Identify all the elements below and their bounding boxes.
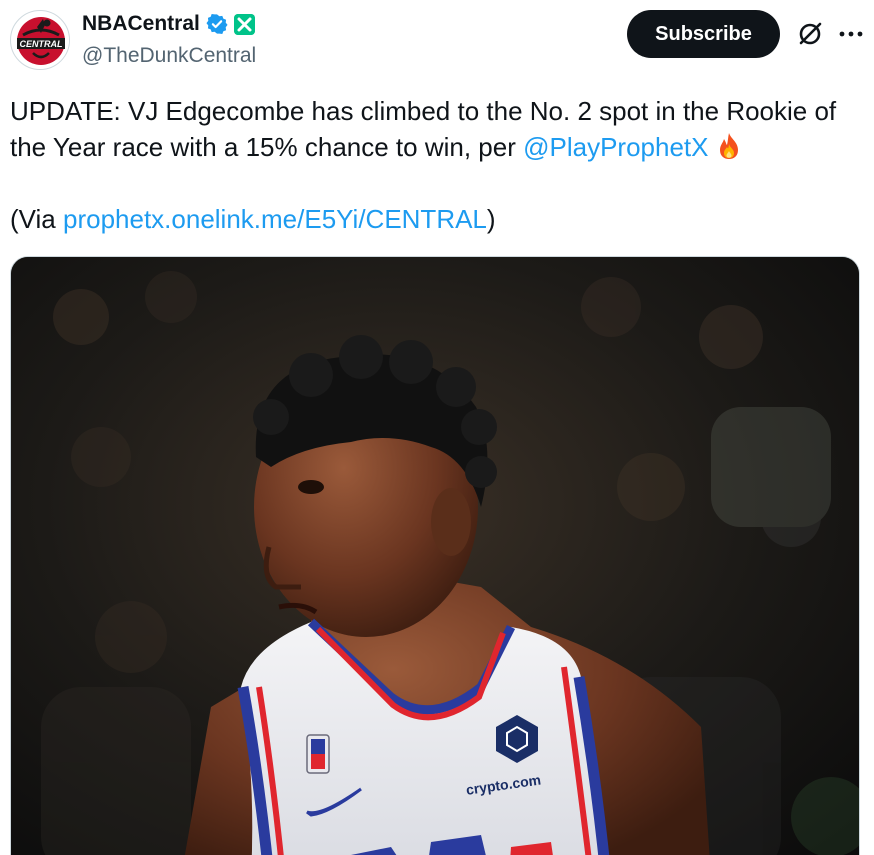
grok-icon[interactable] bbox=[796, 20, 824, 48]
affiliate-badge-icon[interactable] bbox=[233, 13, 255, 35]
tweet-line-2: the Year race with a 15% chance to win, … bbox=[10, 129, 860, 165]
verified-badge-icon[interactable] bbox=[206, 13, 228, 35]
tweet-text: UPDATE: VJ Edgecombe has climbed to the … bbox=[10, 93, 860, 237]
name-row: NBACentral bbox=[82, 12, 255, 36]
tweet-media-image[interactable]: crypto.com bbox=[10, 256, 860, 855]
avatar[interactable]: CENTRAL bbox=[10, 10, 70, 70]
via-link[interactable]: prophetx.onelink.me/E5Yi/CENTRAL bbox=[63, 204, 487, 234]
account-handle[interactable]: @TheDunkCentral bbox=[82, 44, 256, 68]
fire-icon bbox=[720, 133, 739, 159]
tweet-header: CENTRAL NBACentral @TheDunkCentral Subsc… bbox=[10, 8, 864, 72]
tweet-line-1: UPDATE: VJ Edgecombe has climbed to the … bbox=[10, 96, 837, 126]
mention-link[interactable]: @PlayProphetX bbox=[523, 132, 708, 162]
via-line: (Via prophetx.onelink.me/E5Yi/CENTRAL) bbox=[10, 201, 860, 237]
player-photo: crypto.com bbox=[11, 257, 859, 855]
tweet-line-2-text: the Year race with a 15% chance to win, … bbox=[10, 132, 524, 162]
avatar-text: CENTRAL bbox=[20, 39, 63, 49]
subscribe-button[interactable]: Subscribe bbox=[627, 10, 780, 58]
nbacentral-logo: CENTRAL bbox=[13, 13, 69, 69]
display-name[interactable]: NBACentral bbox=[82, 12, 200, 36]
more-icon[interactable] bbox=[838, 22, 864, 46]
via-open: (Via bbox=[10, 204, 63, 234]
via-close: ) bbox=[486, 204, 496, 234]
